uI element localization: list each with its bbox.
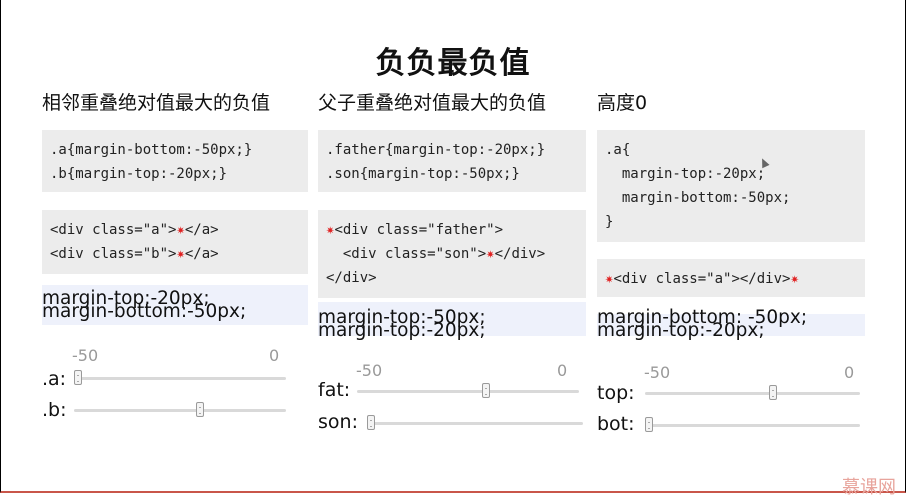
slider-bot[interactable] bbox=[645, 417, 860, 432]
slider-son[interactable] bbox=[367, 415, 583, 430]
slider-thumb[interactable] bbox=[769, 385, 777, 400]
code-line: .a{ bbox=[605, 142, 631, 158]
code-text: <div class="son"> bbox=[326, 246, 487, 262]
slider-fat[interactable] bbox=[357, 383, 579, 398]
star-marker-icon: ✷ bbox=[176, 222, 185, 238]
html-code-block: <div class="a">✷</a> <div class="b">✷</a… bbox=[42, 210, 308, 274]
slider-label-a: .a: bbox=[42, 368, 67, 390]
star-marker-icon: ✷ bbox=[486, 246, 495, 262]
code-line: .son{margin-top:-50px;} bbox=[326, 166, 520, 182]
slider-b[interactable] bbox=[74, 402, 286, 417]
code-text: <div class="a"></div> bbox=[613, 271, 791, 287]
tick-max: 0 bbox=[844, 363, 855, 382]
watermark-logo: 慕课网 bbox=[842, 477, 896, 498]
star-marker-icon: ✷ bbox=[790, 271, 799, 287]
code-text: </a> bbox=[184, 246, 219, 262]
slider-thumb[interactable] bbox=[645, 417, 653, 432]
html-code-block: ✷<div class="a"></div>✷ bbox=[597, 259, 865, 297]
code-text: <div class="b"> bbox=[50, 246, 177, 262]
code-line: .father{margin-top:-20px;} bbox=[326, 142, 546, 158]
margin-note: margin-top:-50px; margin-top:-20px; bbox=[318, 302, 586, 341]
column-heading: 相邻重叠绝对值最大的负值 bbox=[42, 92, 271, 114]
star-marker-icon: ✷ bbox=[176, 246, 185, 262]
slider-a[interactable] bbox=[74, 370, 286, 385]
slider-thumb[interactable] bbox=[196, 402, 204, 417]
slider-thumb[interactable] bbox=[482, 383, 490, 398]
css-code-block: .father{margin-top:-20px;} .son{margin-t… bbox=[318, 130, 586, 192]
css-code-block: .a{margin-bottom:-50px;} .b{margin-top:-… bbox=[42, 130, 308, 192]
code-line: margin-bottom:-50px; bbox=[605, 190, 791, 206]
slider-label-top: top: bbox=[597, 382, 635, 404]
html-code-block: ✷<div class="father"> <div class="son">✷… bbox=[318, 210, 586, 298]
slider-label-b: .b: bbox=[42, 399, 67, 421]
slider-thumb[interactable] bbox=[74, 370, 82, 385]
slider-label-son: son: bbox=[318, 411, 358, 433]
css-code-block: .a{ margin-top:-20px; margin-bottom:-50p… bbox=[597, 130, 865, 242]
tick-min: -50 bbox=[356, 361, 383, 380]
tick-max: 0 bbox=[557, 361, 568, 380]
margin-note: margin-top:-20px; margin-bottom:-50px; bbox=[42, 285, 308, 325]
code-line: margin-top:-20px; bbox=[605, 166, 766, 182]
code-line: } bbox=[605, 214, 614, 230]
code-text: </div> bbox=[326, 270, 377, 286]
slider-label-fat: fat: bbox=[318, 379, 351, 401]
note-line: margin-top:-20px; bbox=[318, 320, 486, 341]
code-text: <div class="a"> bbox=[50, 222, 177, 238]
slider-top[interactable] bbox=[645, 385, 860, 400]
tick-min: -50 bbox=[644, 363, 671, 382]
page-title: 负负最负值 bbox=[375, 46, 531, 81]
code-text: <div class="father"> bbox=[334, 222, 504, 238]
code-line: .a{margin-bottom:-50px;} bbox=[50, 142, 253, 158]
slider-label-bot: bot: bbox=[597, 413, 635, 435]
slider-thumb[interactable] bbox=[367, 415, 375, 430]
code-text: </a> bbox=[184, 222, 219, 238]
code-line: .b{margin-top:-20px;} bbox=[50, 166, 228, 182]
note-line: margin-bottom:-50px; bbox=[42, 301, 247, 322]
column-heading: 父子重叠绝对值最大的负值 bbox=[318, 92, 547, 114]
code-text: </div> bbox=[494, 246, 546, 262]
tick-min: -50 bbox=[72, 346, 99, 365]
tick-max: 0 bbox=[269, 346, 280, 365]
column-heading: 高度0 bbox=[597, 92, 648, 114]
note-line: margin-top:-20px; bbox=[597, 320, 765, 341]
margin-note: margin-bottom: -50px; margin-top:-20px; bbox=[597, 307, 865, 341]
